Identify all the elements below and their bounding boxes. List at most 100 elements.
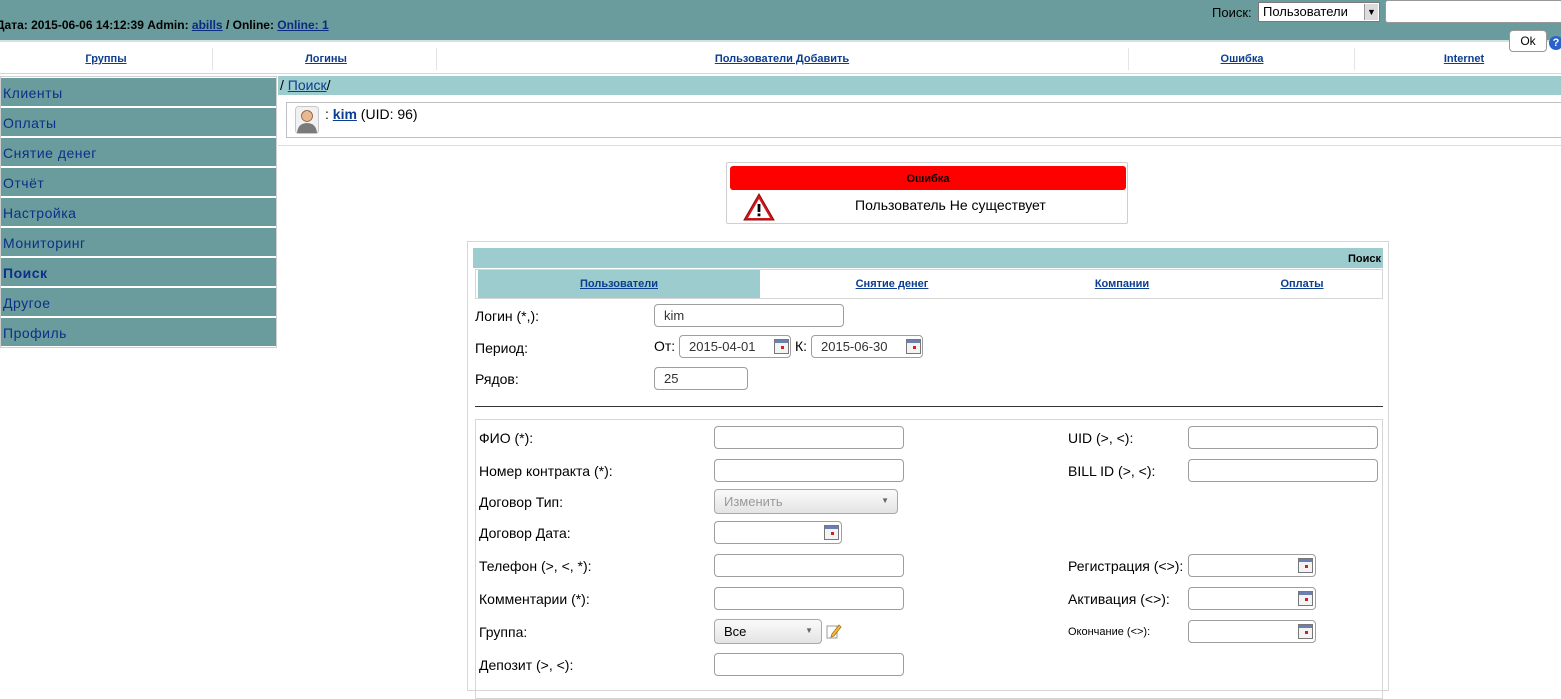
period-from-label: От: <box>654 338 676 354</box>
date-value: 2015-06-06 14:12:39 <box>31 18 144 32</box>
menu-separator <box>1128 48 1129 70</box>
bill-id-input[interactable] <box>1188 459 1378 482</box>
sidebar-item-clients[interactable]: Клиенты <box>1 78 276 106</box>
rows-input[interactable]: 25 <box>654 367 748 390</box>
sidebar-item-settings[interactable]: Настройка <box>1 198 276 226</box>
deposit-input[interactable] <box>714 653 904 676</box>
registration-label: Регистрация (<>): <box>1068 558 1184 574</box>
calendar-icon[interactable] <box>774 339 789 354</box>
menu-item-groups[interactable]: Группы <box>85 53 126 65</box>
contract-type-label: Договор Тип: <box>479 494 563 510</box>
divider <box>278 145 1561 146</box>
group-value: Все <box>724 624 747 639</box>
phone-input[interactable] <box>714 554 904 577</box>
calendar-icon[interactable] <box>1298 558 1313 573</box>
chevron-down-icon: ▼ <box>805 626 813 635</box>
status-line: Дата: 2015-06-06 14:12:39 Admin: abills … <box>0 18 329 32</box>
menu-item-add-user[interactable]: Пользователи Добавить <box>715 53 849 65</box>
menu-item-error[interactable]: Ошибка <box>1221 53 1264 65</box>
menu-item-logins[interactable]: Логины <box>305 53 347 65</box>
tab-fees[interactable]: Снятие денег <box>826 270 958 298</box>
rows-label: Рядов: <box>475 371 519 387</box>
breadcrumb-suffix: / <box>326 77 331 93</box>
tab-users[interactable]: Пользователи <box>478 270 760 298</box>
expire-input[interactable] <box>1188 620 1316 643</box>
sidebar: Клиенты Оплаты Снятие денег Отчёт Настро… <box>0 76 277 348</box>
online-label: / Online: <box>225 18 274 32</box>
uid-input[interactable] <box>1188 426 1378 449</box>
error-title: Ошибка <box>730 166 1126 190</box>
activation-input[interactable] <box>1188 587 1316 610</box>
breadcrumb: / Поиск/ <box>278 76 1561 95</box>
contract-number-input[interactable] <box>714 459 904 482</box>
comments-label: Комментарии (*): <box>479 591 590 607</box>
calendar-icon[interactable] <box>1298 591 1313 606</box>
menu-separator <box>436 48 437 70</box>
online-link[interactable]: Online: 1 <box>277 18 328 32</box>
user-info: : kim (UID: 96) <box>325 106 418 122</box>
fio-input[interactable] <box>714 426 904 449</box>
date-label: Дата: <box>0 18 28 32</box>
breadcrumb-prefix: / <box>280 77 284 93</box>
chevron-down-icon: ▼ <box>881 496 889 505</box>
form-title: Поиск <box>473 248 1383 268</box>
group-select[interactable]: Все ▼ <box>714 619 822 644</box>
tab-companies[interactable]: Компании <box>1056 270 1188 298</box>
fio-label: ФИО (*): <box>479 430 534 446</box>
user-uid: (UID: 96) <box>360 106 418 122</box>
deposit-label: Депозит (>, <): <box>479 657 574 673</box>
search-input[interactable] <box>1385 0 1561 23</box>
admin-label: Admin: <box>147 18 189 32</box>
contract-type-value: Изменить <box>724 494 783 509</box>
menu-item-internet[interactable]: Internet <box>1444 53 1484 65</box>
user-panel: : kim (UID: 96) <box>286 102 1561 138</box>
sidebar-item-profile[interactable]: Профиль <box>1 318 276 346</box>
period-to-label: К: <box>795 338 808 354</box>
menu-separator <box>212 48 213 70</box>
registration-input[interactable] <box>1188 554 1316 577</box>
uid-label: UID (>, <): <box>1068 430 1134 446</box>
bill-id-label: BILL ID (>, <): <box>1068 463 1156 479</box>
calendar-icon[interactable] <box>824 525 839 540</box>
phone-label: Телефон (>, <, *): <box>479 558 592 574</box>
sidebar-item-payments[interactable]: Оплаты <box>1 108 276 136</box>
tab-payments[interactable]: Оплаты <box>1236 270 1368 298</box>
contract-date-input[interactable] <box>714 521 842 544</box>
warning-icon <box>743 193 775 221</box>
chevron-down-icon: ▼ <box>1364 4 1378 20</box>
contract-number-label: Номер контракта (*): <box>479 463 613 479</box>
expire-label: Окончание (<>): <box>1068 626 1151 638</box>
sidebar-item-search[interactable]: Поиск <box>1 258 276 286</box>
sidebar-item-monitoring[interactable]: Мониторинг <box>1 228 276 256</box>
comments-input[interactable] <box>714 587 904 610</box>
user-avatar-icon <box>295 106 319 134</box>
login-label: Логин (*,): <box>475 308 540 324</box>
search-type-value: Пользователи <box>1263 4 1348 19</box>
menu-bar: Группы Логины Пользователи Добавить Ошиб… <box>0 44 1561 74</box>
edit-icon[interactable] <box>826 623 842 639</box>
search-form: Поиск Пользователи Снятие денег Компании… <box>467 241 1389 699</box>
group-label: Группа: <box>479 624 528 640</box>
contract-date-label: Договор Дата: <box>479 525 571 541</box>
calendar-icon[interactable] <box>1298 624 1313 639</box>
search-type-select[interactable]: Пользователи ▼ <box>1258 2 1380 22</box>
error-text: Пользователь Не существует <box>855 197 1046 213</box>
period-label: Период: <box>475 340 528 356</box>
calendar-icon[interactable] <box>906 339 921 354</box>
search-label: Поиск: <box>1212 5 1252 20</box>
contract-type-select[interactable]: Изменить ▼ <box>714 489 898 514</box>
activation-label: Активация (<>): <box>1068 591 1170 607</box>
user-separator: : <box>325 106 329 122</box>
sidebar-item-fees[interactable]: Снятие денег <box>1 138 276 166</box>
sidebar-item-reports[interactable]: Отчёт <box>1 168 276 196</box>
breadcrumb-link-search[interactable]: Поиск <box>288 77 327 93</box>
error-message-box: Ошибка Пользователь Не существует <box>726 162 1128 224</box>
user-login-link[interactable]: kim <box>333 106 357 122</box>
menu-separator <box>1354 48 1355 70</box>
top-bar: Дата: 2015-06-06 14:12:39 Admin: abills … <box>0 0 1561 42</box>
user-fields-box: ФИО (*): UID (>, <): Номер контракта (*)… <box>475 419 1383 699</box>
admin-link[interactable]: abills <box>192 18 223 32</box>
sidebar-item-other[interactable]: Другое <box>1 288 276 316</box>
login-input[interactable]: kim <box>654 304 844 327</box>
form-divider <box>475 406 1383 407</box>
